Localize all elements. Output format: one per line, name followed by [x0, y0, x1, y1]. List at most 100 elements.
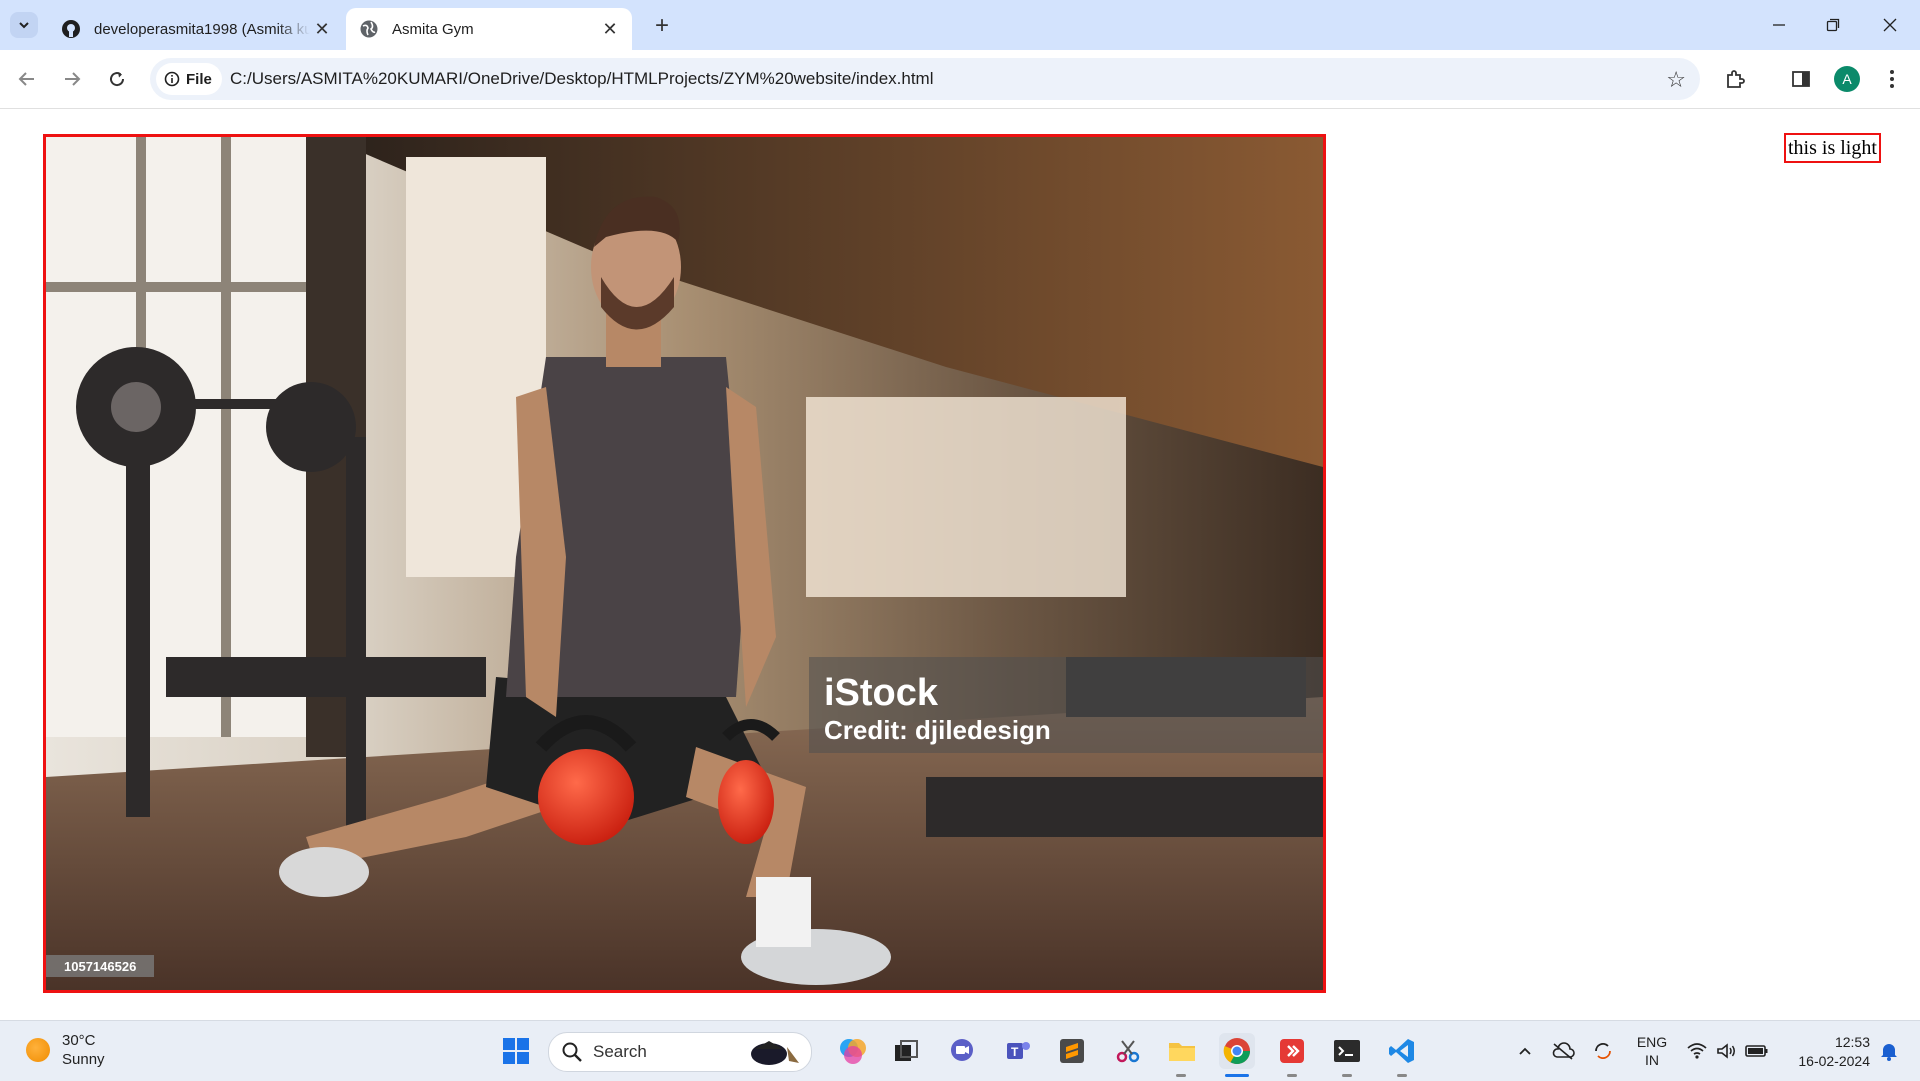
sublime-app[interactable] [1054, 1033, 1090, 1069]
snipping-tool-app[interactable] [1110, 1033, 1146, 1069]
running-indicator [1176, 1074, 1186, 1077]
chat-icon [951, 1039, 973, 1061]
url-text[interactable]: C:/Users/ASMITA%20KUMARI/OneDrive/Deskto… [230, 58, 934, 100]
teams-icon: T [1007, 1042, 1030, 1059]
wifi-tray-icon[interactable] [1682, 1021, 1712, 1081]
git-icon [1280, 1039, 1304, 1063]
back-button[interactable] [12, 64, 42, 94]
wifi-icon [1687, 1043, 1707, 1059]
gym-photo: iStock Credit: djiledesign 1057146526 [46, 137, 1323, 990]
search-highlight-icon [751, 1041, 799, 1065]
bell-icon [1881, 1044, 1897, 1061]
meet-app[interactable] [944, 1033, 980, 1069]
onedrive-tray-icon[interactable] [1548, 1021, 1578, 1081]
vscode-icon [1389, 1039, 1414, 1063]
minimize-icon [1773, 24, 1785, 26]
site-info-chip[interactable]: File [156, 63, 222, 95]
battery-tray-icon[interactable] [1742, 1021, 1772, 1081]
git-app[interactable] [1274, 1033, 1310, 1069]
running-indicator [1397, 1074, 1407, 1077]
battery-icon [1745, 1045, 1768, 1057]
reload-button[interactable] [102, 64, 132, 94]
watermark-credit: Credit: djiledesign [824, 715, 1051, 745]
language-indicator[interactable]: ENG IN [1630, 1021, 1674, 1081]
tab-title: Asmita Gym [392, 20, 474, 38]
restore-button[interactable] [1806, 0, 1860, 50]
sublime-icon [1060, 1039, 1084, 1063]
close-tab-icon[interactable]: ✕ [598, 17, 622, 41]
teams-app[interactable]: T [1000, 1033, 1036, 1069]
tab-search-button[interactable] [10, 12, 38, 38]
running-indicator [1287, 1074, 1297, 1077]
side-panel-icon [1792, 71, 1810, 87]
close-tab-icon[interactable]: ✕ [310, 17, 334, 41]
weather-temperature: 30°C [62, 1032, 96, 1049]
light-text-box: this is light [1784, 133, 1881, 163]
sun-icon [26, 1038, 50, 1062]
svg-text:T: T [1011, 1045, 1019, 1059]
terminal-icon [1334, 1040, 1360, 1062]
close-window-button[interactable] [1863, 0, 1917, 50]
file-explorer-app[interactable] [1164, 1033, 1200, 1069]
extensions-button[interactable] [1720, 64, 1750, 94]
windows-icon [503, 1038, 529, 1064]
weather-condition: Sunny [62, 1051, 105, 1068]
tab-github[interactable]: developerasmita1998 (Asmita kumari) ✕ [48, 8, 344, 50]
vscode-app[interactable] [1384, 1033, 1420, 1069]
info-icon [164, 71, 180, 87]
close-icon [1883, 18, 1897, 32]
kebab-menu-icon [1890, 70, 1894, 88]
chevron-up-icon [1519, 1047, 1531, 1055]
side-panel-button[interactable] [1786, 64, 1816, 94]
search-icon [562, 1042, 582, 1062]
active-indicator [1225, 1074, 1249, 1077]
start-button[interactable] [498, 1033, 534, 1069]
taskbar-clock[interactable]: 12:53 16-02-2024 [1780, 1033, 1870, 1071]
stock-id: 1057146526 [64, 959, 136, 974]
task-view-icon [895, 1040, 918, 1061]
github-icon [60, 18, 82, 40]
puzzle-icon [1727, 70, 1745, 88]
browser-toolbar: File C:/Users/ASMITA%20KUMARI/OneDrive/D… [0, 50, 1920, 109]
sync-icon [1595, 1043, 1611, 1059]
gym-hero-image: iStock Credit: djiledesign 1057146526 [43, 134, 1326, 993]
scissors-icon [1116, 1040, 1140, 1063]
chrome-app[interactable] [1219, 1033, 1255, 1069]
avatar: A [1834, 66, 1860, 92]
windows-taskbar: 30°C Sunny Search T ENG IN 12:53 16-02-2… [0, 1020, 1920, 1081]
arrow-left-icon [18, 72, 34, 86]
sync-tray-icon[interactable] [1588, 1021, 1618, 1081]
tab-title: developerasmita1998 (Asmita kumari) [94, 20, 310, 38]
menu-button[interactable] [1877, 64, 1907, 94]
weather-widget[interactable]: 30°C Sunny [26, 1031, 105, 1069]
minimize-button[interactable] [1752, 0, 1806, 50]
notifications-button[interactable] [1874, 1021, 1904, 1081]
arrow-right-icon [65, 72, 81, 86]
profile-button[interactable]: A [1832, 64, 1862, 94]
show-hidden-icons-button[interactable] [1510, 1021, 1540, 1081]
copilot-icon [840, 1039, 866, 1064]
file-chip-label: File [186, 70, 212, 88]
cloud-offline-icon [1552, 1042, 1575, 1060]
clock-time: 12:53 [1834, 1034, 1870, 1050]
address-bar[interactable]: File C:/Users/ASMITA%20KUMARI/OneDrive/D… [150, 58, 1700, 100]
new-tab-button[interactable]: + [648, 12, 676, 40]
speaker-icon [1717, 1043, 1735, 1059]
watermark-brand: iStock [824, 672, 939, 714]
browser-tab-strip: developerasmita1998 (Asmita kumari) ✕ As… [0, 0, 1920, 50]
clock-date: 16-02-2024 [1798, 1053, 1870, 1069]
folder-icon [1169, 1043, 1195, 1061]
task-view-app[interactable] [888, 1033, 924, 1069]
globe-icon [358, 18, 380, 40]
taskbar-search[interactable]: Search [548, 1032, 812, 1072]
tab-asmita-gym[interactable]: Asmita Gym ✕ [346, 8, 632, 50]
bookmark-star-icon[interactable]: ☆ [1666, 67, 1686, 93]
volume-tray-icon[interactable] [1712, 1021, 1740, 1081]
copilot-app[interactable] [835, 1033, 871, 1069]
restore-icon [1826, 18, 1840, 32]
reload-icon [110, 72, 125, 87]
language-code: ENG [1636, 1034, 1668, 1050]
chrome-icon [1223, 1038, 1251, 1065]
forward-button[interactable] [57, 64, 87, 94]
terminal-app[interactable] [1329, 1033, 1365, 1069]
